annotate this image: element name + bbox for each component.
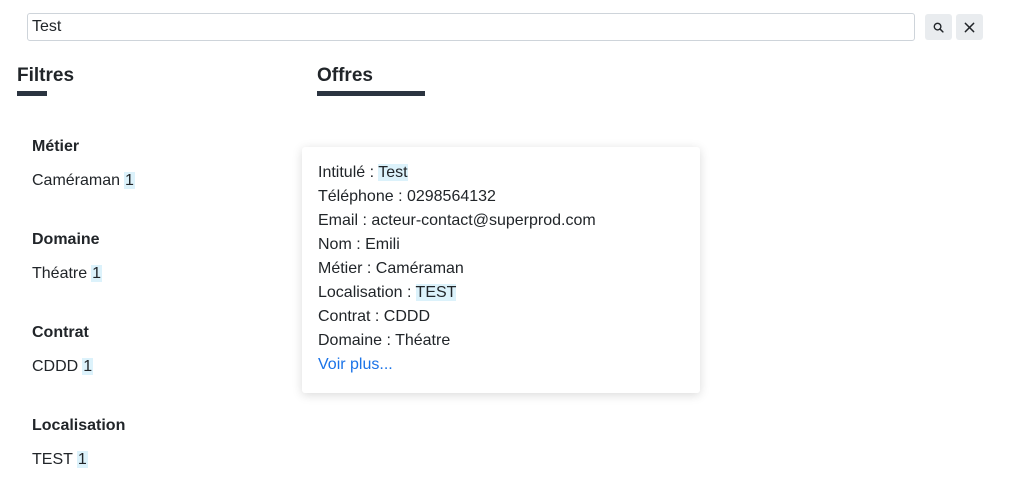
offer-intitule-label: Intitulé : [318, 164, 379, 181]
facet-value-metier[interactable]: Caméraman 1 [32, 172, 135, 190]
facet-value-label: CDDD [32, 358, 79, 375]
offer-nom: Nom : Emili [318, 236, 400, 253]
search-icon [933, 22, 944, 33]
voir-plus-link[interactable]: Voir plus... [318, 356, 393, 373]
offer-metier: Métier : Caméraman [318, 260, 464, 277]
offer-email: Email : acteur-contact@superprod.com [318, 212, 596, 229]
offers-title: Offres [317, 65, 373, 86]
facet-title-domaine: Domaine [32, 231, 100, 248]
offer-contrat: Contrat : CDDD [318, 308, 431, 325]
offer-localisation-label: Localisation : [318, 284, 416, 301]
offer-domaine: Domaine : Théatre [318, 332, 451, 349]
close-icon [964, 22, 975, 32]
offer-intitule-value: Test [378, 164, 408, 181]
facet-count-badge: 1 [76, 451, 88, 468]
search-button[interactable] [925, 14, 952, 40]
offer-telephone: Téléphone : 0298564132 [318, 188, 496, 205]
offer-localisation: Localisation : TEST [318, 281, 684, 305]
offers-title-underline [317, 91, 425, 96]
filters-title: Filtres [17, 65, 75, 86]
facet-value-contrat[interactable]: CDDD 1 [32, 358, 94, 376]
offer-localisation-value: TEST [415, 284, 457, 301]
offer-intitule: Intitulé : Test [318, 161, 684, 185]
facet-value-label: TEST [32, 451, 73, 468]
offer-card: Intitulé : Test Téléphone : 0298564132 E… [302, 147, 700, 393]
facet-value-domaine[interactable]: Théatre 1 [32, 265, 103, 283]
facet-title-contrat: Contrat [32, 324, 89, 341]
facet-count-badge: 1 [82, 358, 94, 375]
facet-value-label: Théatre [32, 265, 88, 282]
clear-search-button[interactable] [956, 14, 983, 40]
search-input[interactable] [27, 13, 915, 41]
facet-value-label: Caméraman [32, 172, 121, 189]
facet-count-badge: 1 [124, 172, 135, 189]
facet-value-localisation[interactable]: TEST 1 [32, 451, 88, 469]
facet-title-metier: Métier [32, 138, 80, 155]
facet-count-badge: 1 [91, 265, 103, 282]
facet-title-localisation: Localisation [32, 417, 126, 434]
filters-title-underline [17, 91, 47, 96]
